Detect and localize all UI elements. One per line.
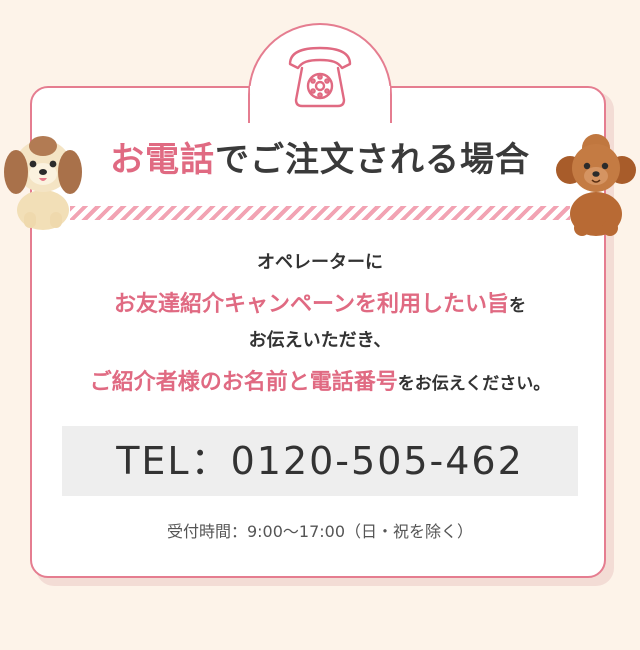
instruction-line-2-highlight: お友達紹介キャンペーンを利用したい旨 bbox=[114, 292, 509, 317]
instruction-line-3: お伝えいただき、 bbox=[248, 330, 392, 351]
title-underline-stripe bbox=[70, 206, 570, 220]
instruction-line-4: ご紹介者様のお名前と電話番号をお伝えください。 bbox=[0, 364, 640, 396]
phone-number-box[interactable]: TEL：0120-505-462 bbox=[62, 426, 578, 496]
instruction-line-2-rest: を bbox=[508, 296, 526, 316]
title-rest: でご注文される場合 bbox=[215, 140, 530, 180]
instruction-line-4-rest: をお伝えください。 bbox=[397, 374, 551, 394]
telephone-icon bbox=[288, 46, 352, 108]
title-highlight: お電話 bbox=[110, 140, 215, 180]
instruction-line-4-highlight: ご紹介者様のお名前と電話番号 bbox=[89, 370, 398, 395]
instruction-line-1: オペレーターに bbox=[257, 252, 383, 273]
toy-poodle-dog-illustration bbox=[556, 134, 636, 236]
business-hours: 受付時間：9:00～17:00（日・祝を除く） bbox=[166, 522, 474, 541]
shih-tzu-dog-illustration bbox=[4, 136, 82, 230]
page-title: お電話でご注文される場合 bbox=[0, 138, 640, 182]
instruction-line-2: お友達紹介キャンペーンを利用したい旨を bbox=[0, 286, 640, 318]
